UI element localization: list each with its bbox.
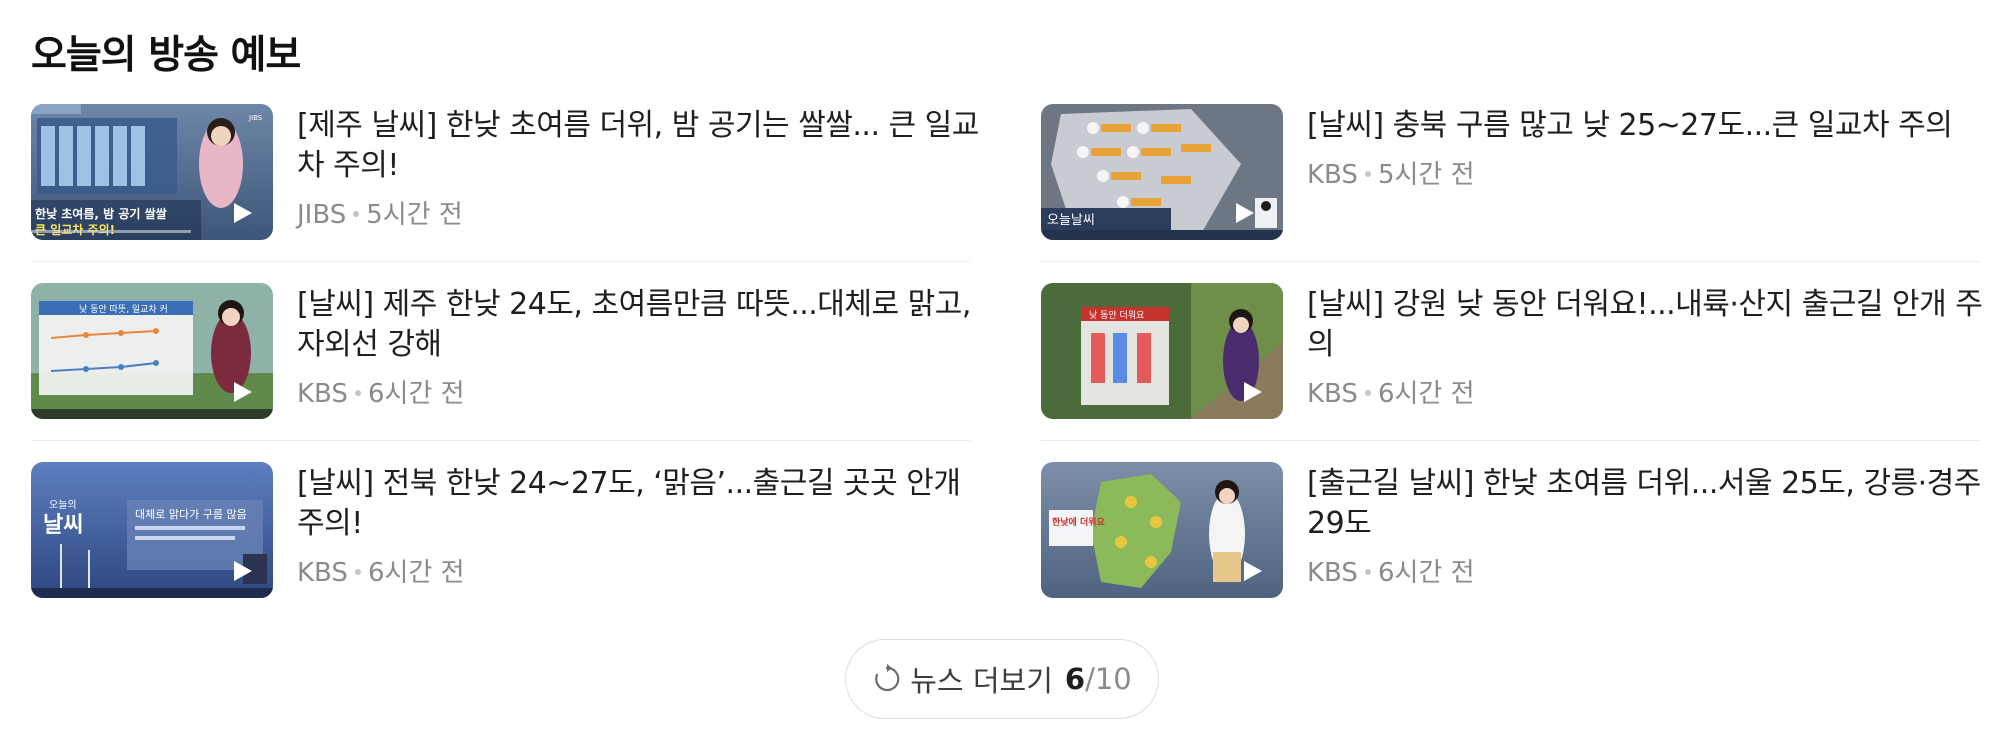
more-news-button[interactable]: 뉴스 더보기 6/10 — [845, 639, 1159, 719]
video-thumbnail[interactable]: 낮 동안 따뜻, 일교차 커 — [31, 283, 273, 419]
news-source: KBS — [1307, 379, 1358, 409]
news-source: KBS — [1307, 558, 1358, 588]
thumbnail-caption: 오늘날씨 — [1047, 213, 1095, 228]
news-source: KBS — [1307, 160, 1358, 190]
divider — [1041, 261, 1980, 262]
news-item[interactable]: 낮 동안 따뜻, 일교차 커 [날씨] 제주 한낮 24도, 초여름만큼 따뜻.… — [31, 283, 971, 441]
refresh-icon — [875, 664, 900, 692]
play-icon — [1244, 382, 1262, 402]
news-title[interactable]: [제주 날씨] 한낮 초여름 더위, 밤 공기는 쌀쌀... 큰 일교차 주의! — [297, 106, 987, 186]
news-title[interactable]: [출근길 날씨] 한낮 초여름 더위...서울 25도, 강릉·경주 29도 — [1307, 464, 1997, 544]
separator-dot — [354, 389, 361, 396]
video-thumbnail[interactable]: 낮 동안 더워요 — [1041, 283, 1283, 419]
news-meta: KBS 6시간 전 — [297, 552, 465, 589]
news-time: 6시간 전 — [1377, 379, 1475, 409]
play-icon — [234, 382, 252, 402]
news-source: KBS — [297, 558, 348, 588]
thumbnail-caption: 낮 동안 더워요 — [1089, 310, 1144, 321]
thumbnail-caption: 대체로 맑다가 구름 많음 — [135, 508, 247, 521]
separator-dot — [354, 568, 361, 575]
news-meta: KBS 6시간 전 — [297, 373, 465, 410]
thumbnail-caption: 낮 동안 따뜻, 일교차 커 — [79, 303, 168, 315]
thumbnail-caption: 한낮에 더워요 — [1052, 516, 1106, 528]
news-source: JIBS — [297, 200, 347, 230]
video-thumbnail[interactable]: 대체로 맑다가 구름 많음 오늘의 날씨 — [31, 462, 273, 598]
play-icon — [1236, 203, 1254, 223]
news-source: KBS — [297, 379, 348, 409]
news-title[interactable]: [날씨] 강원 낮 동안 더워요!...내륙·산지 출근길 안개 주의 — [1307, 285, 1997, 365]
news-item[interactable]: 한낮 초여름, 밤 공기 쌀쌀 큰 일교차 주의! JIBS [제주 날씨] 한… — [31, 104, 979, 262]
news-time: 6시간 전 — [367, 379, 465, 409]
play-icon — [1244, 561, 1262, 581]
video-thumbnail[interactable]: 한낮 초여름, 밤 공기 쌀쌀 큰 일교차 주의! JIBS — [31, 104, 273, 240]
news-title[interactable]: [날씨] 전북 한낮 24~27도, ‘맑음’...출근길 곳곳 안개 주의! — [297, 464, 987, 544]
news-item[interactable]: 한낮에 더워요 [출근길 날씨] 한낮 초여름 더위...서울 25도, 강릉·… — [1041, 462, 1981, 598]
thumbnail-caption-line1: 한낮 초여름, 밤 공기 쌀쌀 — [35, 206, 167, 221]
thumbnail-caption-line2: 큰 일교차 주의! — [35, 222, 115, 237]
video-thumbnail[interactable]: 오늘날씨 — [1041, 104, 1283, 240]
play-icon — [234, 561, 252, 581]
section-title: 오늘의 방송 예보 — [31, 33, 301, 78]
divider — [1041, 440, 1980, 441]
video-thumbnail[interactable]: 한낮에 더워요 — [1041, 462, 1283, 598]
news-title[interactable]: [날씨] 제주 한낮 24도, 초여름만큼 따뜻...대체로 맑고, 자외선 강… — [297, 285, 987, 365]
svg-text:날씨: 날씨 — [43, 513, 83, 538]
divider — [31, 261, 970, 262]
news-meta: KBS 6시간 전 — [1307, 552, 1475, 589]
news-item[interactable]: 낮 동안 더워요 [날씨] 강원 낮 동안 더워요!...내륙·산지 출근길 안… — [1041, 283, 1983, 441]
play-icon — [234, 203, 252, 223]
news-time: 6시간 전 — [367, 558, 465, 588]
news-item[interactable]: 오늘날씨 [날씨] 충북 구름 많고 낮 25~27도...큰 일교차 주의 K… — [1041, 104, 1980, 262]
thumbnail-brand: JIBS — [248, 114, 263, 122]
separator-dot — [1364, 170, 1371, 177]
news-time: 5시간 전 — [1377, 160, 1475, 190]
news-title[interactable]: [날씨] 충북 구름 많고 낮 25~27도...큰 일교차 주의 — [1307, 106, 1997, 146]
news-meta: KBS 5시간 전 — [1307, 154, 1475, 191]
divider — [31, 440, 970, 441]
news-meta: KBS 6시간 전 — [1307, 373, 1475, 410]
news-time: 6시간 전 — [1377, 558, 1475, 588]
svg-text:오늘의: 오늘의 — [49, 499, 77, 511]
separator-dot — [353, 210, 360, 217]
separator-dot — [1364, 389, 1371, 396]
news-item[interactable]: 대체로 맑다가 구름 많음 오늘의 날씨 [날씨] 전북 한낮 24~27도, … — [31, 462, 970, 598]
more-button-label: 뉴스 더보기 — [910, 664, 1053, 698]
news-time: 5시간 전 — [366, 200, 463, 230]
separator-dot — [1364, 568, 1371, 575]
news-meta: JIBS 5시간 전 — [297, 194, 463, 231]
more-button-total: /10 — [1085, 662, 1132, 696]
more-button-count: 6 — [1064, 662, 1086, 696]
